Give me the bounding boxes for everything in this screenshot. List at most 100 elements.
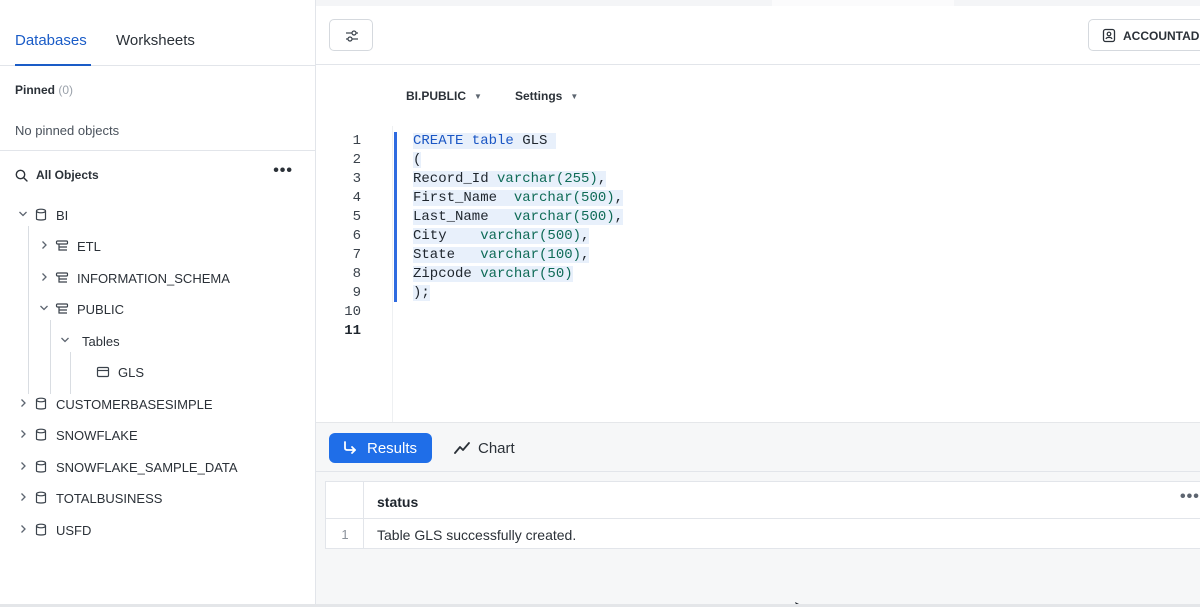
code-line: Last_Name varchar(500), xyxy=(413,209,624,225)
column-type: varchar(500) xyxy=(513,190,615,206)
all-objects-header[interactable]: All Objects ••• xyxy=(15,162,297,184)
tree-item-bi[interactable]: BI xyxy=(18,206,298,226)
tree-item-tables[interactable]: Tables xyxy=(60,332,298,352)
chevron-down-icon[interactable] xyxy=(39,303,49,313)
tree-item-label: USFD xyxy=(56,523,92,538)
code-punct: , xyxy=(614,190,624,206)
chevron-right-icon[interactable] xyxy=(39,240,49,250)
chevron-right-icon[interactable] xyxy=(18,492,28,502)
column-header-status[interactable]: status xyxy=(377,494,418,510)
code-punct: , xyxy=(597,171,607,187)
settings-menu[interactable]: Settings ▼ xyxy=(515,89,578,103)
code-line: ); xyxy=(413,285,430,301)
code-line: ( xyxy=(413,152,422,168)
schema-icon xyxy=(55,240,69,251)
pinned-label: Pinned xyxy=(15,83,56,97)
code-punct: , xyxy=(581,228,590,244)
chevron-right-icon[interactable] xyxy=(18,398,28,408)
chevron-right-icon[interactable] xyxy=(18,429,28,439)
line-number-current: 11 xyxy=(344,323,361,339)
code-text: ( xyxy=(413,152,422,168)
results-label: Results xyxy=(367,440,418,457)
table-icon xyxy=(96,366,110,378)
sliders-icon xyxy=(346,30,358,42)
tree-item-label: SNOWFLAKE xyxy=(56,428,138,443)
tree-item-label: Tables xyxy=(82,334,120,349)
tree-item-label: GLS xyxy=(118,365,145,380)
tree-item-label: TOTALBUSINESS xyxy=(56,491,163,506)
sidebar-divider xyxy=(0,150,316,151)
caret-down-icon: ▼ xyxy=(570,92,579,101)
tree-guide-public xyxy=(50,320,51,394)
results-grid: status ••• 1 Table GLS successfully crea… xyxy=(325,481,1200,549)
tree-item-gls[interactable]: GLS xyxy=(80,363,298,383)
code-text: GLS xyxy=(513,133,556,149)
chevron-down-icon[interactable] xyxy=(60,335,70,345)
column-type: varchar(500) xyxy=(513,209,615,225)
gutter-divider xyxy=(392,126,393,422)
schema-selector[interactable]: BI.PUBLIC ▼ xyxy=(406,89,482,103)
tree-item-snowflake-sample-data[interactable]: SNOWFLAKE_SAMPLE_DATA xyxy=(18,458,298,478)
tree-item-customerbasesimple[interactable]: CUSTOMERBASESIMPLE xyxy=(18,395,298,415)
role-selector-button[interactable]: ACCOUNTADMIN xyxy=(1088,19,1200,51)
search-icon[interactable] xyxy=(15,169,28,182)
tab-worksheets[interactable]: Worksheets xyxy=(116,32,195,49)
database-icon xyxy=(35,397,47,410)
tree-item-label: ETL xyxy=(77,239,101,254)
arrow-turn-icon xyxy=(344,441,356,454)
results-button[interactable]: Results xyxy=(329,433,432,463)
column-name: City xyxy=(413,228,481,244)
line-number: 8 xyxy=(352,266,361,282)
code-line: First_Name varchar(500), xyxy=(413,190,624,206)
tab-databases[interactable]: Databases xyxy=(15,32,87,49)
line-number: 9 xyxy=(352,285,361,301)
table-cell[interactable]: Table GLS successfully created. xyxy=(377,527,576,543)
chevron-right-icon[interactable] xyxy=(18,524,28,534)
column-type: varchar(500) xyxy=(480,228,582,244)
grid-header-row xyxy=(326,482,1200,519)
role-label: ACCOUNTADMIN xyxy=(1123,29,1200,43)
tree-item-usfd[interactable]: USFD xyxy=(18,521,298,541)
column-name: Zipcode xyxy=(413,266,481,282)
line-number: 3 xyxy=(352,171,361,187)
tree-item-public[interactable]: PUBLIC xyxy=(39,300,298,320)
line-number: 7 xyxy=(352,247,361,263)
tree-item-snowflake[interactable]: SNOWFLAKE xyxy=(18,426,298,446)
tree-item-information-schema[interactable]: INFORMATION_SCHEMA xyxy=(39,269,298,289)
database-icon xyxy=(35,523,47,536)
no-pinned-text: No pinned objects xyxy=(15,123,120,138)
database-icon xyxy=(35,460,47,473)
user-badge-icon xyxy=(1102,28,1116,43)
line-number: 6 xyxy=(352,228,361,244)
schema-label: BI.PUBLIC xyxy=(406,89,466,103)
results-bar: Results Chart xyxy=(316,422,1200,472)
chart-button[interactable]: Chart xyxy=(450,433,530,463)
column-name: First_Name xyxy=(413,190,514,206)
sidebar: Databases Worksheets Pinned (0) No pinne… xyxy=(0,0,316,607)
database-icon xyxy=(35,208,47,221)
schema-icon xyxy=(55,272,69,283)
chevron-down-icon[interactable] xyxy=(18,209,28,219)
code-line: CREATE table GLS xyxy=(413,133,556,149)
line-number: 2 xyxy=(352,152,361,168)
code-punct: , xyxy=(614,209,624,225)
pinned-header: Pinned (0) xyxy=(15,83,73,97)
results-area: status ••• 1 Table GLS successfully crea… xyxy=(316,472,1200,607)
chevron-right-icon[interactable] xyxy=(39,272,49,282)
tree-item-totalbusiness[interactable]: TOTALBUSINESS xyxy=(18,489,298,509)
more-options-icon[interactable]: ••• xyxy=(273,162,293,180)
sql-editor[interactable]: 1 2 3 4 5 6 7 8 9 10 11 CREATE table GLS… xyxy=(316,126,1200,422)
code-line: Zipcode varchar(50) xyxy=(413,266,573,282)
active-tab-indicator xyxy=(15,64,91,66)
chevron-right-icon[interactable] xyxy=(18,461,28,471)
filter-button[interactable] xyxy=(329,19,373,51)
tree-item-etl[interactable]: ETL xyxy=(39,237,298,257)
tree-guide-bi xyxy=(28,226,29,394)
settings-label: Settings xyxy=(515,89,563,103)
column-menu-icon[interactable]: ••• xyxy=(1180,488,1200,506)
all-objects-label: All Objects xyxy=(36,168,99,182)
code-line: Record_Id varchar(255), xyxy=(413,171,607,187)
column-type: varchar(50) xyxy=(480,266,573,282)
column-name: Last_Name xyxy=(413,209,514,225)
line-chart-icon xyxy=(454,442,470,454)
